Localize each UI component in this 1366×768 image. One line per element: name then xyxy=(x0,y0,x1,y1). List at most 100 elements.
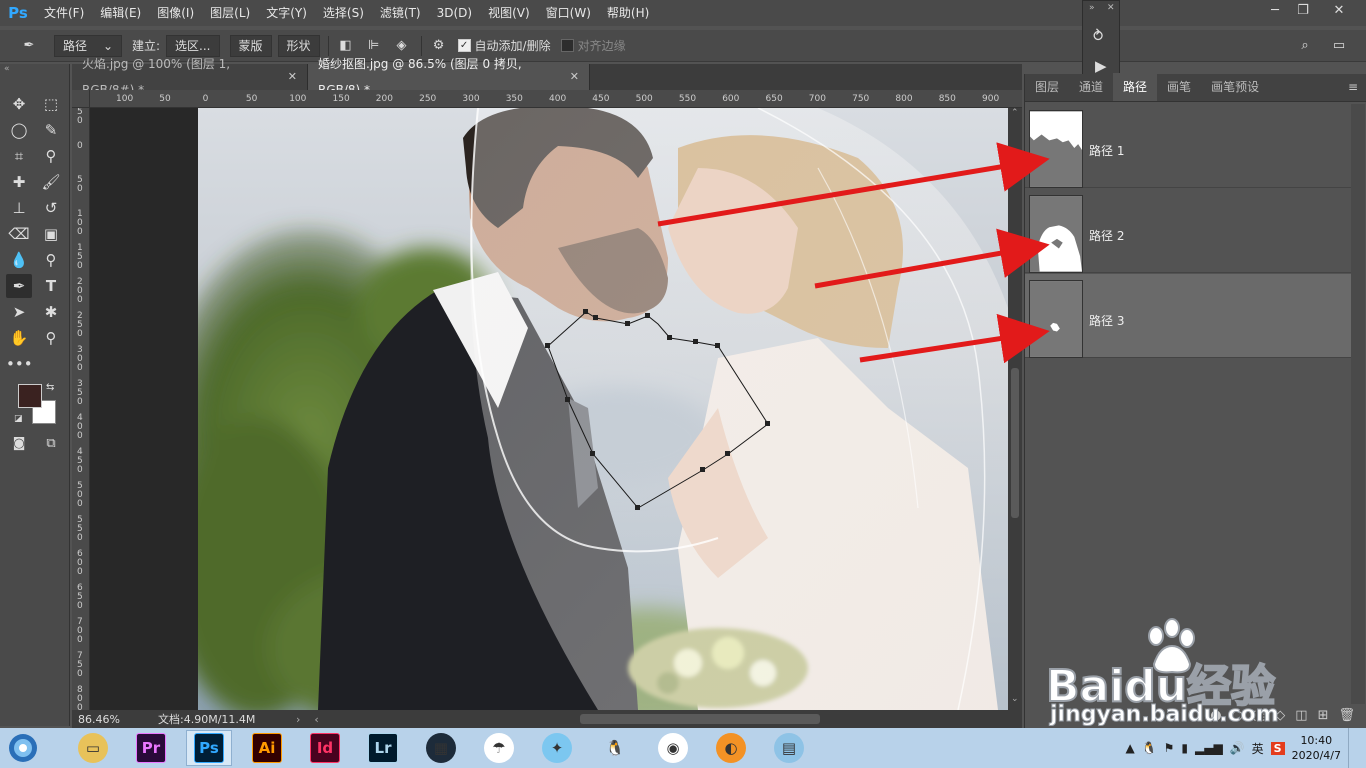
ime-indicator[interactable]: 英 xyxy=(1252,740,1264,757)
foreground-color-swatch[interactable] xyxy=(18,384,42,408)
history-brush-tool-icon[interactable]: ↺ xyxy=(38,196,64,220)
menu-item-1[interactable]: 编辑(E) xyxy=(92,0,149,26)
panel-tab-4[interactable]: 画笔预设 xyxy=(1201,73,1269,101)
menu-item-6[interactable]: 滤镜(T) xyxy=(372,0,429,26)
collapse-icon[interactable]: « xyxy=(4,64,10,74)
trash-icon[interactable]: 🗑 xyxy=(1338,708,1355,723)
stamp-tool-icon[interactable]: ⊥ xyxy=(6,196,32,220)
taskbar-app-umbrella-app[interactable]: ☂ xyxy=(476,730,522,766)
battery-icon[interactable]: ▮ xyxy=(1181,741,1188,755)
blur-tool-icon[interactable]: 💧 xyxy=(6,248,32,272)
workspace-icon[interactable]: ▭ xyxy=(1328,35,1350,57)
menu-item-7[interactable]: 3D(D) xyxy=(429,0,480,26)
menu-item-4[interactable]: 文字(Y) xyxy=(258,0,315,26)
default-colors-icon[interactable]: ◪ xyxy=(14,414,23,424)
zoom-level[interactable]: 86.46% xyxy=(78,713,138,726)
ruler-origin[interactable] xyxy=(72,90,90,108)
hand-tool-icon[interactable]: ✋ xyxy=(6,326,32,350)
panel-tab-3[interactable]: 画笔 xyxy=(1157,73,1201,101)
document-canvas[interactable] xyxy=(90,108,1008,710)
taskbar-app-notepad[interactable]: ▤ xyxy=(766,730,812,766)
more-tools-icon[interactable]: ••• xyxy=(6,352,33,376)
collapse-icon[interactable]: » xyxy=(1089,3,1095,13)
quick-select-tool-icon[interactable]: ✎ xyxy=(38,118,64,142)
status-menu-icon[interactable]: › xyxy=(296,713,300,726)
horizontal-scrollbar-thumb[interactable] xyxy=(580,714,820,724)
eraser-tool-icon[interactable]: ⌫ xyxy=(6,222,32,246)
panel-tab-0[interactable]: 图层 xyxy=(1025,73,1069,101)
panel-tab-1[interactable]: 通道 xyxy=(1069,73,1113,101)
align-edges-checkbox[interactable] xyxy=(560,39,574,52)
clock[interactable]: 10:40 2020/4/7 xyxy=(1292,733,1341,763)
taskbar-app-qq[interactable]: 🐧 xyxy=(592,730,638,766)
shape-tool-icon[interactable]: ✱ xyxy=(38,300,64,324)
crop-tool-icon[interactable]: ⌗ xyxy=(6,144,32,168)
healing-brush-tool-icon[interactable]: ✚ xyxy=(6,170,32,194)
screen-mode-icon[interactable]: ⧉ xyxy=(38,432,64,456)
marquee-tool-icon[interactable]: ⬚ xyxy=(38,92,64,116)
move-tool-icon[interactable]: ✥ xyxy=(6,92,32,116)
search-icon[interactable]: ⌕ xyxy=(1294,35,1316,57)
close-icon[interactable]: ✕ xyxy=(570,64,579,90)
make-work-path-icon[interactable]: ◇ xyxy=(1275,708,1285,723)
make-shape-button[interactable]: 形状 xyxy=(277,34,320,57)
brush-tool-icon[interactable]: 🖌 xyxy=(38,170,64,194)
add-mask-icon[interactable]: ◫ xyxy=(1295,708,1307,723)
menu-item-3[interactable]: 图层(L) xyxy=(202,0,258,26)
minimize-icon[interactable]: ─ xyxy=(1262,0,1288,22)
fill-path-icon[interactable]: ● xyxy=(1210,708,1221,723)
close-icon[interactable]: ✕ xyxy=(1107,3,1115,13)
taskbar-app-video-editor[interactable]: ▦ xyxy=(418,730,464,766)
taskbar-app-illustrator[interactable]: Ai xyxy=(244,730,290,766)
new-path-icon[interactable]: ⊞ xyxy=(1318,708,1329,723)
show-desktop-button[interactable] xyxy=(1348,728,1356,768)
start-button[interactable] xyxy=(0,728,46,768)
taskbar-app-indesign[interactable]: Id xyxy=(302,730,348,766)
scrollbar-thumb[interactable] xyxy=(1011,368,1019,518)
horizontal-ruler[interactable]: 100 50 0 50 100 150 200 250 300 350 400 450 500 550 60… xyxy=(90,90,1022,108)
taskbar-app-orange-app[interactable]: ◐ xyxy=(708,730,754,766)
taskbar-app-bird-app[interactable]: ✦ xyxy=(534,730,580,766)
close-icon[interactable]: ✕ xyxy=(288,64,297,90)
panel-tab-2[interactable]: 路径 xyxy=(1113,73,1158,101)
zoom-tool-icon[interactable]: ⚲ xyxy=(38,326,64,350)
sogou-icon[interactable]: S xyxy=(1270,741,1285,755)
close-icon[interactable]: ✕ xyxy=(1326,0,1352,22)
volume-icon[interactable]: 🔊 xyxy=(1230,741,1245,755)
path-item-2[interactable]: 路径 2 xyxy=(1025,189,1351,273)
menu-item-0[interactable]: 文件(F) xyxy=(36,0,92,26)
restore-icon[interactable]: ❐ xyxy=(1290,0,1316,22)
text-tool-icon[interactable]: T xyxy=(38,274,64,298)
taskbar-app-photoshop[interactable]: Ps xyxy=(186,730,232,766)
qq-tray-icon[interactable]: 🐧 xyxy=(1142,741,1157,755)
panel-scrollbar[interactable] xyxy=(1351,104,1365,704)
menu-item-5[interactable]: 选择(S) xyxy=(315,0,372,26)
taskbar-app-premiere[interactable]: Pr xyxy=(128,730,174,766)
taskbar-app-lightroom[interactable]: Lr xyxy=(360,730,406,766)
pen-tool-preset-icon[interactable]: ✒ xyxy=(18,35,40,57)
scroll-down-icon[interactable]: ⌄ xyxy=(1011,694,1019,704)
lasso-tool-icon[interactable]: ◯ xyxy=(6,118,32,142)
vertical-ruler[interactable]: 50 0 50 100 150 200 250 300 350 400 450 500 550 600 65… xyxy=(72,108,90,710)
eyedropper-tool-icon[interactable]: ⚲ xyxy=(38,144,64,168)
path-select-tool-icon[interactable]: ➤ xyxy=(6,300,32,324)
flag-icon[interactable]: ⚑ xyxy=(1164,741,1175,755)
scroll-left-icon[interactable]: ‹ xyxy=(314,713,318,726)
tab-flame-doc[interactable]: 火焰.jpg @ 100% (图层 1, RGB/8#) *✕ xyxy=(72,57,308,97)
pen-tool-icon[interactable]: ✒ xyxy=(6,274,32,298)
menu-item-9[interactable]: 窗口(W) xyxy=(538,0,599,26)
swap-colors-icon[interactable]: ⇆ xyxy=(46,382,54,393)
taskbar-app-file-explorer[interactable]: ▭ xyxy=(70,730,116,766)
tab-wedding-doc[interactable]: 婚纱抠图.jpg @ 86.5% (图层 0 拷贝, RGB/8) *✕ xyxy=(308,57,590,97)
show-hidden-icons-icon[interactable]: ▲ xyxy=(1125,741,1134,755)
taskbar-app-chrome[interactable]: ◉ xyxy=(650,730,696,766)
quick-mask-icon[interactable]: ◙ xyxy=(6,432,32,456)
menu-item-2[interactable]: 图像(I) xyxy=(149,0,202,26)
menu-item-8[interactable]: 视图(V) xyxy=(480,0,538,26)
scroll-up-icon[interactable]: ⌃ xyxy=(1011,108,1019,118)
dodge-tool-icon[interactable]: ⚲ xyxy=(38,248,64,272)
menu-item-10[interactable]: 帮助(H) xyxy=(599,0,657,26)
panel-menu-icon[interactable]: ≡ xyxy=(1348,80,1358,94)
path-item-1[interactable]: 路径 1 xyxy=(1025,104,1351,188)
network-icon[interactable]: ▂▄▆ xyxy=(1195,741,1223,755)
